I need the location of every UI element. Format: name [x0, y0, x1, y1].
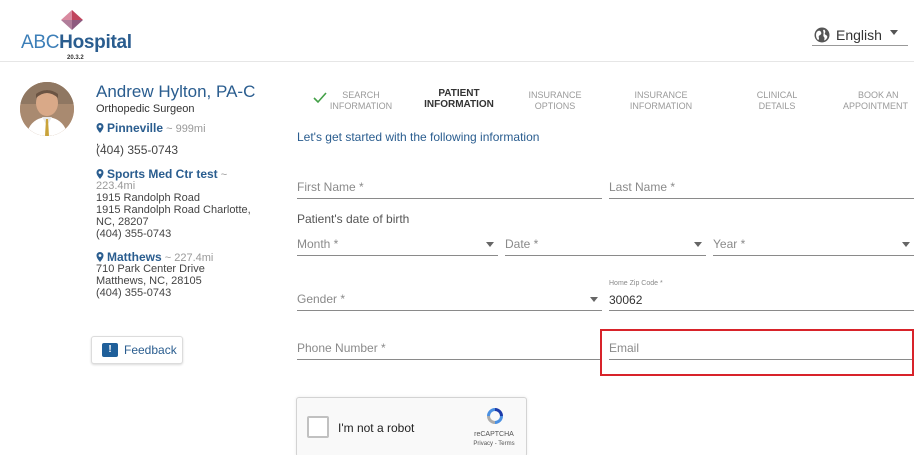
step-line1: SEARCH [342, 90, 380, 100]
feedback-button[interactable]: ! Feedback [91, 336, 183, 364]
phone-number-label: Phone Number * [297, 341, 386, 355]
step-search-information[interactable]: SEARCH INFORMATION [324, 90, 398, 112]
step-line2: INFORMATION [629, 101, 693, 111]
gender-label: Gender * [297, 292, 346, 306]
location-phone: (404) 355-0743 [96, 228, 172, 240]
doctor-photo-icon [20, 82, 74, 136]
feedback-icon: ! [102, 343, 118, 357]
step-insurance-information[interactable]: INSURANCE INFORMATION [623, 90, 699, 112]
logo-text: ABCHospital [21, 32, 132, 54]
zip-code-field[interactable]: 30062 [609, 289, 914, 311]
logo-suffix: Hospital [59, 32, 132, 53]
first-name-label: First Name * [297, 180, 364, 194]
chevron-down-icon [890, 30, 898, 35]
chevron-down-icon [902, 242, 910, 247]
location-phone: (404) 355-0743 [96, 143, 179, 157]
last-name-field[interactable]: Last Name * [609, 177, 914, 199]
step-line1: PATIENT [438, 88, 480, 99]
location-address: Matthews, NC, 28105 [96, 275, 202, 287]
location-distance: ~ [220, 169, 228, 181]
map-pin-icon [96, 169, 104, 179]
month-label: Month * [297, 237, 339, 251]
zip-code-value: 30062 [609, 293, 643, 307]
location-name[interactable]: Pinneville [107, 121, 163, 135]
doctor-avatar [20, 82, 74, 136]
location-address: 1915 Randolph Road Charlotte, [96, 204, 251, 216]
location-name[interactable]: Matthews [107, 250, 162, 264]
gender-select[interactable]: Gender * [297, 289, 602, 311]
map-pin-icon [96, 123, 104, 133]
logo-diamond-icon [61, 10, 83, 30]
recaptcha-label: I'm not a robot [338, 421, 415, 435]
step-book-appointment[interactable]: BOOK AN APPOINTMENT [843, 90, 914, 112]
location-address: 1915 Randolph Road [96, 192, 200, 204]
step-line2: APPOINTMENT [843, 101, 909, 111]
step-line2: DETAILS [758, 101, 796, 111]
feedback-label: Feedback [124, 343, 177, 357]
phone-number-field[interactable]: Phone Number * [297, 338, 602, 360]
email-highlight-box [600, 329, 914, 376]
first-name-field[interactable]: First Name * [297, 177, 602, 199]
globe-icon [814, 27, 830, 42]
year-label: Year * [713, 237, 746, 251]
recaptcha-privacy-terms-link[interactable]: Privacy - Terms [469, 441, 519, 447]
location-name[interactable]: Sports Med Ctr test [107, 167, 218, 181]
recaptcha-checkbox[interactable] [307, 416, 329, 438]
language-label: English [836, 26, 882, 43]
date-label: Date * [505, 237, 539, 251]
doctor-name[interactable]: Andrew Hylton, PA-C [96, 82, 255, 102]
location-address: NC, 28207 [96, 216, 149, 228]
chevron-down-icon [486, 242, 494, 247]
chevron-down-icon [694, 242, 702, 247]
app-version: 20.3.2 [67, 55, 84, 61]
language-select[interactable]: English [812, 24, 908, 46]
last-name-label: Last Name * [609, 180, 676, 194]
location-phone: (404) 355-0743 [96, 287, 172, 299]
map-pin-icon [96, 252, 104, 262]
step-line2: OPTIONS [534, 101, 576, 111]
logo-prefix: ABC [21, 32, 60, 53]
recaptcha-widget: I'm not a robot reCAPTCHA Privacy - Term… [296, 397, 527, 455]
step-insurance-options[interactable]: INSURANCE OPTIONS [525, 90, 585, 112]
step-line2: INFORMATION [329, 101, 393, 111]
step-patient-information[interactable]: PATIENT INFORMATION [419, 88, 499, 110]
form-intro: Let's get started with the following inf… [297, 130, 540, 144]
step-line1: BOOK AN [858, 90, 899, 100]
app-header: ABCHospital 20.3.2 English [0, 0, 914, 62]
location-distance-value: 223.4mi [96, 180, 136, 192]
location-item: Pinneville ~ 999mi [96, 122, 206, 135]
doctor-sidebar: Andrew Hylton, PA-C Orthopedic Surgeon P… [0, 62, 271, 455]
dob-label: Patient's date of birth [297, 212, 410, 226]
step-clinical-details[interactable]: CLINICAL DETAILS [747, 90, 807, 112]
location-address: 710 Park Center Drive [96, 263, 205, 275]
doctor-specialty: Orthopedic Surgeon [96, 103, 195, 115]
zip-code-label: Home Zip Code * [609, 280, 663, 287]
year-select[interactable]: Year * [713, 234, 914, 256]
recaptcha-logo-icon [487, 408, 503, 424]
month-select[interactable]: Month * [297, 234, 498, 256]
hospital-logo[interactable]: ABCHospital 20.3.2 [0, 6, 150, 61]
date-select[interactable]: Date * [505, 234, 706, 256]
step-line1: CLINICAL [756, 90, 798, 100]
recaptcha-brand: reCAPTCHA [474, 431, 514, 438]
step-line1: INSURANCE [528, 90, 582, 100]
booking-stepper: SEARCH INFORMATION PATIENT INFORMATION I… [271, 62, 914, 122]
step-line1: INSURANCE [634, 90, 688, 100]
chevron-down-icon [590, 297, 598, 302]
step-line2: INFORMATION [424, 99, 494, 110]
location-distance: ~ 999mi [166, 123, 206, 135]
